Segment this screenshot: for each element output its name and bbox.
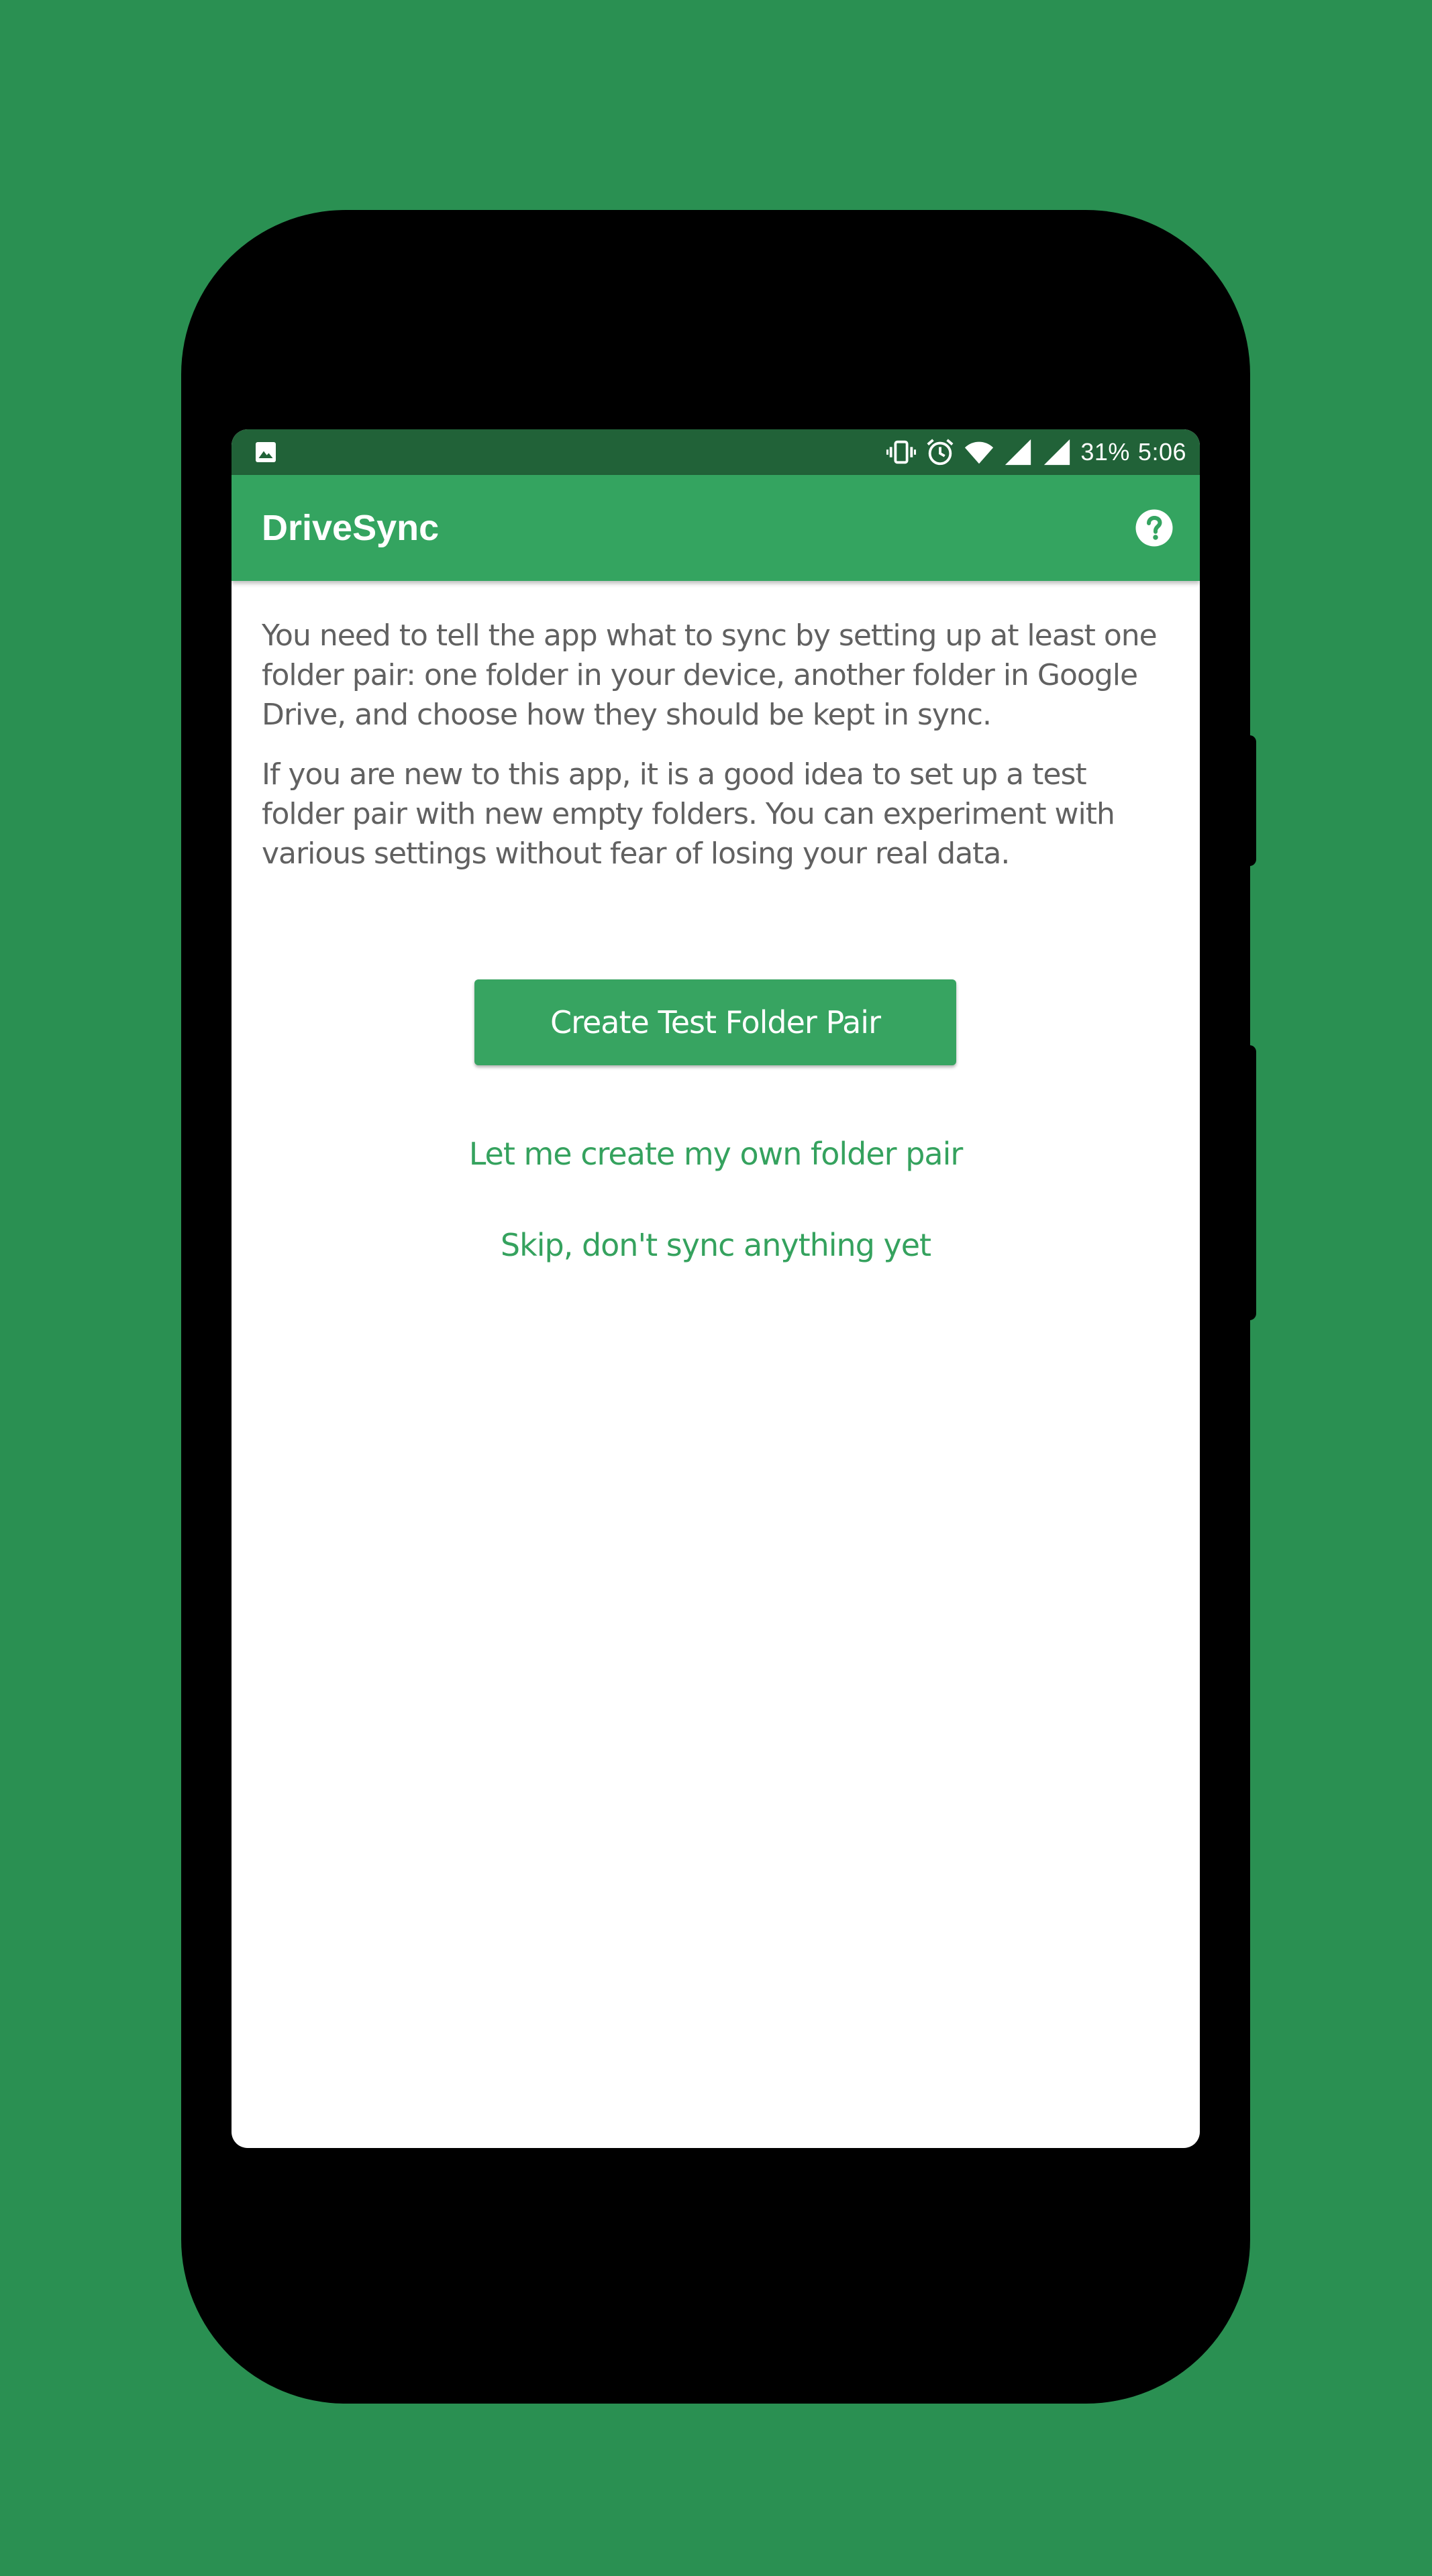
main-content: You need to tell the app what to sync by… <box>262 616 1170 894</box>
signal-icon <box>1041 437 1072 468</box>
status-time: 5:06 <box>1137 438 1186 466</box>
phone-side-button-power <box>1248 735 1256 866</box>
phone-screen: 31% 5:06 DriveSync You need to tell the … <box>232 429 1200 2148</box>
create-test-folder-pair-button[interactable]: Create Test Folder Pair <box>474 979 956 1065</box>
skip-sync-link[interactable]: Skip, don't sync anything yet <box>232 1218 1200 1272</box>
app-title: DriveSync <box>262 508 440 548</box>
image-icon <box>256 442 276 462</box>
phone-side-button-volume <box>1248 1045 1256 1320</box>
intro-paragraph: You need to tell the app what to sync by… <box>262 619 1158 732</box>
create-own-folder-pair-link[interactable]: Let me create my own folder pair <box>232 1127 1200 1181</box>
battery-percent: 31% <box>1080 438 1130 466</box>
status-icons: 31% 5:06 <box>886 429 1186 475</box>
tip-paragraph: If you are new to this app, it is a good… <box>262 757 1115 871</box>
alarm-icon <box>925 437 956 468</box>
signal-icon <box>1003 437 1033 468</box>
status-bar: 31% 5:06 <box>232 429 1200 475</box>
app-bar: DriveSync <box>232 475 1200 581</box>
help-icon[interactable] <box>1134 508 1174 548</box>
wifi-icon <box>964 437 994 468</box>
vibrate-icon <box>886 437 917 468</box>
